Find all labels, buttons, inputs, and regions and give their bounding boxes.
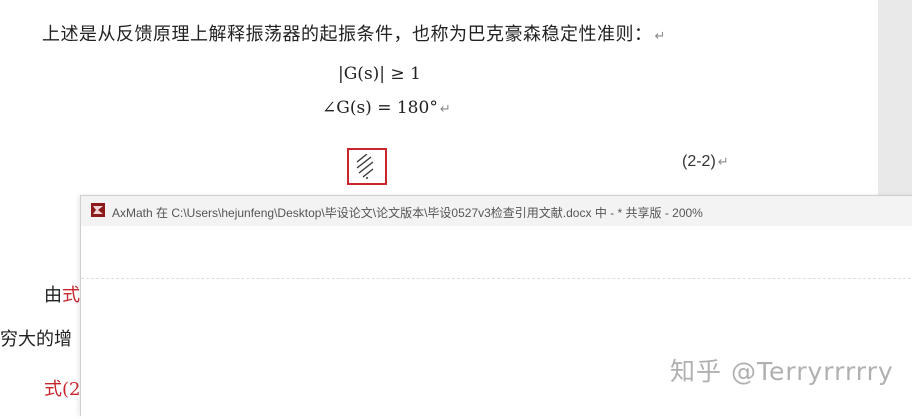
formula-phase-text: ∠G(s) = 180° bbox=[322, 98, 438, 118]
zhihu-watermark: 知乎 @Terryrrrrry bbox=[670, 357, 894, 386]
formula-phase[interactable]: ∠G(s) = 180° ↵ bbox=[322, 98, 451, 118]
paragraph-mark-icon: ↵ bbox=[439, 102, 451, 117]
body-line-a: 由式 bbox=[44, 281, 80, 307]
body-text: 由 bbox=[44, 285, 62, 306]
axmath-toolbar-area[interactable] bbox=[81, 226, 912, 279]
cross-reference-link[interactable]: 式 bbox=[62, 285, 80, 306]
cross-reference-link[interactable]: 式(2 bbox=[44, 375, 80, 401]
formula-magnitude[interactable]: |G(s)| ≥ 1 bbox=[338, 64, 421, 84]
body-line-b: 穷大的增 bbox=[0, 329, 72, 350]
equation-number-text: (2-2) bbox=[682, 153, 716, 170]
paragraph-text: 上述是从反馈原理上解释振荡器的起振条件，也称为巴克豪森稳定性准则： bbox=[42, 24, 653, 45]
document-scrollbar-area[interactable] bbox=[878, 0, 912, 195]
paragraph-barkhausen: 上述是从反馈原理上解释振荡器的起振条件，也称为巴克豪森稳定性准则： ↵ bbox=[42, 20, 666, 46]
axmath-titlebar[interactable]: AxMath 在 C:\Users\hejunfeng\Desktop\毕设论文… bbox=[81, 196, 912, 226]
paragraph-mark-icon: ↵ bbox=[654, 29, 666, 44]
axmath-logo-icon bbox=[91, 203, 105, 217]
hatched-placeholder-icon bbox=[356, 154, 374, 179]
paragraph-mark-icon: ↵ bbox=[717, 155, 729, 170]
equation-number: (2-2) ↵ bbox=[682, 153, 729, 171]
axmath-window-title: AxMath 在 C:\Users\hejunfeng\Desktop\毕设论文… bbox=[112, 206, 703, 220]
formula-object-placeholder[interactable] bbox=[347, 148, 387, 185]
axmath-editor-area[interactable] bbox=[81, 279, 912, 419]
